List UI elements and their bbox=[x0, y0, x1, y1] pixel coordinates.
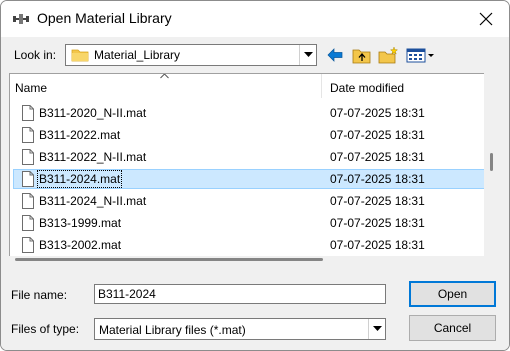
file-icon bbox=[22, 127, 34, 143]
vertical-scrollbar[interactable] bbox=[484, 73, 498, 257]
folder-icon bbox=[71, 49, 89, 62]
file-date-modified: 07-07-2025 18:31 bbox=[330, 128, 425, 142]
file-icon bbox=[22, 149, 34, 165]
file-row[interactable]: B311-2020_N-II.mat 07-07-2025 18:31 bbox=[10, 102, 485, 124]
files-of-type-dropdown-button[interactable] bbox=[368, 319, 385, 339]
file-row[interactable]: B311-2022.mat 07-07-2025 18:31 bbox=[10, 124, 485, 146]
file-name: B311-2022.mat bbox=[39, 128, 121, 142]
file-name: B313-1999.mat bbox=[39, 216, 122, 230]
file-list[interactable]: Name Date modified B311-2020_N-II.mat 07-… bbox=[9, 73, 486, 257]
look-in-dropdown-button[interactable] bbox=[299, 45, 316, 65]
file-date-modified: 07-07-2025 18:31 bbox=[330, 216, 425, 230]
cancel-button[interactable]: Cancel bbox=[409, 315, 496, 341]
file-row[interactable]: B311-2022_N-II.mat 07-07-2025 18:31 bbox=[10, 146, 485, 168]
list-header: Name Date modified bbox=[10, 74, 485, 98]
file-name-input[interactable] bbox=[95, 285, 385, 303]
sort-ascending-icon bbox=[160, 74, 169, 79]
file-name-field[interactable] bbox=[94, 284, 386, 304]
file-date-modified: 07-07-2025 18:31 bbox=[330, 194, 425, 208]
file-icon bbox=[22, 105, 34, 121]
file-icon bbox=[22, 171, 34, 187]
column-date-label: Date modified bbox=[330, 81, 405, 95]
file-date-modified: 07-07-2025 18:31 bbox=[330, 150, 425, 164]
dialog-client-area: Look in: Material_Library Name Date modi… bbox=[1, 37, 509, 350]
file-name: B313-2002.mat bbox=[39, 238, 122, 252]
horizontal-scrollbar[interactable] bbox=[9, 256, 486, 264]
vertical-scroll-thumb[interactable] bbox=[490, 153, 493, 171]
files-of-type-combo[interactable]: Material Library files (*.mat) bbox=[94, 318, 386, 340]
look-in-combo[interactable]: Material_Library bbox=[65, 44, 317, 66]
column-name-label: Name bbox=[15, 81, 48, 95]
file-date-modified: 07-07-2025 18:31 bbox=[330, 106, 425, 120]
view-menu-icon[interactable] bbox=[406, 46, 435, 64]
file-row[interactable]: B311-2024_N-II.mat 07-07-2025 18:31 bbox=[10, 190, 485, 212]
file-name: B311-2020_N-II.mat bbox=[39, 106, 147, 120]
open-material-library-dialog: Open Material Library Look in: Material_… bbox=[0, 0, 510, 351]
title-bar[interactable]: Open Material Library bbox=[1, 1, 509, 37]
file-row[interactable]: B313-2002.mat 07-07-2025 18:31 bbox=[10, 234, 485, 256]
files-of-type-value: Material Library files (*.mat) bbox=[99, 323, 246, 337]
window-title: Open Material Library bbox=[37, 10, 172, 26]
back-arrow-icon[interactable] bbox=[327, 46, 343, 64]
file-name: B311-2024.mat bbox=[36, 170, 123, 188]
file-name-label: File name: bbox=[11, 288, 68, 302]
close-button[interactable] bbox=[463, 1, 509, 37]
look-in-label: Look in: bbox=[14, 48, 57, 62]
new-folder-icon[interactable] bbox=[378, 46, 399, 64]
close-icon bbox=[479, 12, 493, 26]
material-library-app-icon bbox=[13, 14, 29, 24]
chevron-down-icon bbox=[304, 52, 313, 57]
column-header-name[interactable]: Name bbox=[10, 74, 322, 98]
chevron-down-icon bbox=[373, 326, 382, 331]
files-of-type-label: Files of type: bbox=[11, 322, 80, 336]
file-name: B311-2024_N-II.mat bbox=[39, 194, 147, 208]
file-name: B311-2022_N-II.mat bbox=[39, 150, 147, 164]
file-icon bbox=[22, 193, 34, 209]
file-date-modified: 07-07-2025 18:31 bbox=[330, 238, 425, 252]
file-rows: B311-2020_N-II.mat 07-07-2025 18:31 B311-2… bbox=[10, 102, 485, 256]
file-row[interactable]: B313-1999.mat 07-07-2025 18:31 bbox=[10, 212, 485, 234]
file-icon bbox=[22, 215, 34, 231]
file-row[interactable]: B311-2024.mat 07-07-2025 18:31 bbox=[10, 168, 485, 190]
open-button[interactable]: Open bbox=[409, 281, 496, 307]
file-icon bbox=[22, 237, 34, 253]
horizontal-scroll-thumb[interactable] bbox=[15, 258, 323, 261]
file-date-modified: 07-07-2025 18:31 bbox=[330, 172, 425, 186]
look-in-value: Material_Library bbox=[94, 48, 181, 62]
column-header-date-modified[interactable]: Date modified bbox=[322, 74, 485, 98]
up-folder-icon[interactable] bbox=[352, 46, 372, 64]
